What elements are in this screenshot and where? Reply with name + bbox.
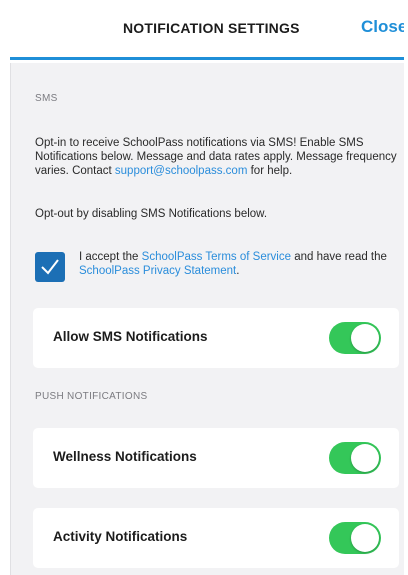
page-title: NOTIFICATION SETTINGS	[123, 20, 300, 36]
sms-opt-in-description: Opt-in to receive SchoolPass notificatio…	[35, 136, 403, 178]
sms-section-label: SMS	[35, 93, 58, 104]
accept-prefix: I accept the	[79, 251, 142, 263]
settings-content[interactable]: SMS Opt-in to receive SchoolPass notific…	[10, 63, 404, 575]
accept-terms-checkbox[interactable]	[35, 252, 65, 282]
right-edge	[404, 0, 408, 575]
allow-sms-row[interactable]: Allow SMS Notifications	[33, 308, 399, 368]
wellness-notifications-toggle[interactable]	[329, 442, 381, 474]
terms-of-service-link[interactable]: SchoolPass Terms of Service	[142, 251, 291, 263]
activity-notifications-toggle[interactable]	[329, 522, 381, 554]
activity-notifications-label: Activity Notifications	[53, 529, 188, 544]
accept-suffix: .	[236, 265, 240, 277]
support-email-link[interactable]: support@schoolpass.com	[115, 165, 248, 177]
accept-middle: and have read the	[291, 251, 387, 263]
left-edge	[0, 0, 10, 575]
wellness-notifications-label: Wellness Notifications	[53, 449, 197, 464]
toggle-knob	[351, 524, 379, 552]
allow-sms-label: Allow SMS Notifications	[53, 329, 208, 344]
close-button[interactable]: Close	[361, 17, 407, 37]
checkmark-icon	[41, 259, 59, 275]
toggle-knob	[351, 324, 379, 352]
push-section-label: PUSH NOTIFICATIONS	[35, 391, 148, 402]
wellness-notifications-row[interactable]: Wellness Notifications	[33, 428, 399, 488]
toggle-knob	[351, 444, 379, 472]
activity-notifications-row[interactable]: Activity Notifications	[33, 508, 399, 568]
accept-terms-text: I accept the SchoolPass Terms of Service…	[79, 250, 389, 278]
privacy-statement-link[interactable]: SchoolPass Privacy Statement	[79, 265, 236, 277]
header-bar: NOTIFICATION SETTINGS Close	[10, 0, 407, 60]
sms-opt-out-description: Opt-out by disabling SMS Notifications b…	[35, 208, 268, 220]
opt-in-suffix: for help.	[247, 165, 293, 177]
allow-sms-toggle[interactable]	[329, 322, 381, 354]
notification-settings-screen: NOTIFICATION SETTINGS Close SMS Opt-in t…	[0, 0, 408, 575]
